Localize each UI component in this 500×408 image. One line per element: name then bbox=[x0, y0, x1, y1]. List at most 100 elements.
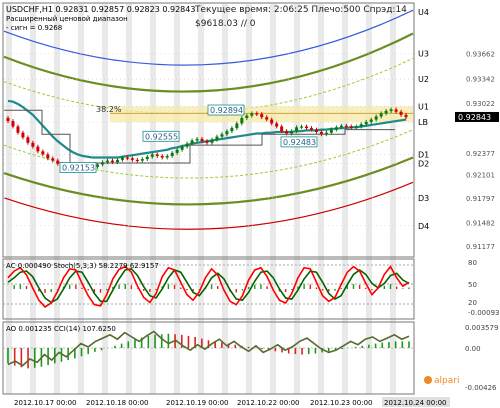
candle-body bbox=[295, 127, 299, 132]
candle-body bbox=[46, 154, 50, 159]
time-label: 2012.10.18 00:00 bbox=[86, 399, 148, 407]
candle-body bbox=[225, 131, 229, 135]
candle-body bbox=[329, 129, 333, 133]
candle-body bbox=[190, 140, 194, 144]
candle-body bbox=[185, 143, 189, 147]
candle-body bbox=[280, 126, 284, 132]
candle-body bbox=[364, 121, 368, 125]
price-tick-label: 0.93022 bbox=[466, 100, 495, 108]
candle-body bbox=[135, 159, 139, 162]
candle-body bbox=[140, 159, 144, 161]
price-ticks: 0.93662 0.93342 0.93022 0.92377 0.92101 0.917… bbox=[466, 50, 495, 251]
point-label: 0.92153 bbox=[62, 163, 95, 172]
ac-indicator-label: AC 0.000490 Stoch(5,3,3) 58.2279 62.9157 bbox=[6, 262, 159, 270]
level-label-d2: D2 bbox=[418, 160, 429, 169]
time-label: 2012.10.19 00:00 bbox=[166, 399, 228, 407]
candle-body bbox=[285, 131, 289, 134]
candle-body bbox=[155, 154, 159, 156]
candle-body bbox=[96, 164, 100, 167]
candle-body bbox=[150, 154, 154, 157]
session-band bbox=[54, 4, 60, 394]
stoch-tick-label: 50 bbox=[468, 281, 477, 289]
candle-body bbox=[379, 113, 383, 117]
ao-indicator-label: AO 0.001235 CCI(14) 107.6250 bbox=[6, 325, 116, 333]
candle-body bbox=[290, 131, 294, 134]
chart-canvas: 0.92894 0.92555 0.92483 0.92153 38.2% USDCH… bbox=[0, 0, 500, 408]
level-label-u1: U1 bbox=[418, 102, 429, 111]
candle-body bbox=[339, 125, 343, 128]
candle-body bbox=[6, 117, 10, 122]
time-label: 2012.10.23 00:00 bbox=[310, 399, 372, 407]
candle-body bbox=[160, 155, 164, 158]
time-label: 2012.10.24 00:00 bbox=[384, 399, 446, 407]
price-tick-label: 0.91797 bbox=[466, 195, 495, 203]
candle-body bbox=[165, 155, 169, 158]
session-band bbox=[294, 4, 300, 394]
candle-body bbox=[399, 111, 403, 115]
stoch-tick-label: 80 bbox=[468, 259, 477, 267]
time-label: 2012.10.22 00:00 bbox=[237, 399, 299, 407]
level-label-u3: U3 bbox=[418, 50, 429, 59]
status-line: Текущее время: 2:06:25 Плечо:500 Спрэд:1… bbox=[194, 5, 407, 15]
candle-body bbox=[394, 109, 398, 112]
candle-body bbox=[125, 157, 129, 159]
candle-body bbox=[314, 129, 318, 132]
candle-body bbox=[200, 138, 204, 142]
candle-body bbox=[180, 146, 184, 150]
candle-body bbox=[265, 117, 269, 120]
symbol-line: USDCHF,H1 0.92831 0.92857 0.92823 0.9284… bbox=[6, 5, 195, 14]
level-label-d4: D4 bbox=[418, 222, 429, 231]
balance-line: $9618.03 // 0 bbox=[195, 19, 256, 29]
level-label-u4: U4 bbox=[418, 8, 429, 17]
candle-body bbox=[235, 123, 239, 129]
candle-body bbox=[384, 111, 388, 114]
level-label-d3: D3 bbox=[418, 194, 429, 203]
candle-body bbox=[230, 128, 234, 132]
price-tick-label: 0.93342 bbox=[466, 75, 495, 83]
point-label: 0.92894 bbox=[210, 106, 243, 115]
candle-body bbox=[305, 126, 309, 129]
price-tick-label: 0.91177 bbox=[466, 243, 495, 251]
candle-body bbox=[110, 160, 114, 163]
candle-body bbox=[120, 157, 124, 160]
candle-body bbox=[195, 138, 199, 141]
candle-body bbox=[389, 109, 393, 112]
session-band bbox=[318, 4, 324, 394]
session-band bbox=[198, 4, 204, 394]
point-label: 0.92555 bbox=[145, 132, 178, 141]
candle-body bbox=[170, 152, 174, 156]
candle-body bbox=[334, 127, 338, 130]
candle-body bbox=[309, 128, 313, 130]
candle-body bbox=[359, 124, 363, 127]
level-label-u2: U2 bbox=[418, 75, 429, 84]
range-label: Расширенный ценовой диапазон bbox=[6, 15, 128, 23]
candle-body bbox=[36, 146, 40, 152]
candle-body bbox=[270, 119, 274, 124]
ao-tick-label: 0.003579 bbox=[465, 324, 498, 332]
candle-body bbox=[220, 134, 224, 137]
stoch-tick-label: 20 bbox=[468, 299, 477, 307]
candle-body bbox=[255, 113, 259, 115]
candle-body bbox=[21, 132, 25, 138]
fib-label: 38.2% bbox=[96, 105, 122, 114]
level-label-lb: LB bbox=[418, 118, 428, 127]
session-band bbox=[246, 4, 252, 394]
candle-body bbox=[260, 114, 264, 118]
price-tick-label: 0.91482 bbox=[466, 220, 495, 228]
candle-body bbox=[344, 125, 348, 127]
time-axis: 2012.10.17 00:00 2012.10.18 00:00 2012.10.… bbox=[12, 397, 450, 407]
candle-body bbox=[16, 126, 20, 133]
current-price-label: 0.92843 bbox=[458, 113, 491, 122]
candle-body bbox=[115, 159, 119, 163]
session-band bbox=[30, 4, 36, 394]
candle-body bbox=[369, 119, 373, 122]
candle-body bbox=[51, 158, 55, 161]
candle-body bbox=[130, 158, 134, 160]
candle-body bbox=[404, 114, 408, 118]
candle-body bbox=[31, 142, 35, 147]
candle-body bbox=[145, 156, 149, 160]
point-label: 0.92483 bbox=[283, 138, 316, 147]
candle-body bbox=[250, 113, 254, 116]
price-tick-label: 0.92377 bbox=[466, 150, 495, 158]
candle-body bbox=[11, 121, 15, 127]
